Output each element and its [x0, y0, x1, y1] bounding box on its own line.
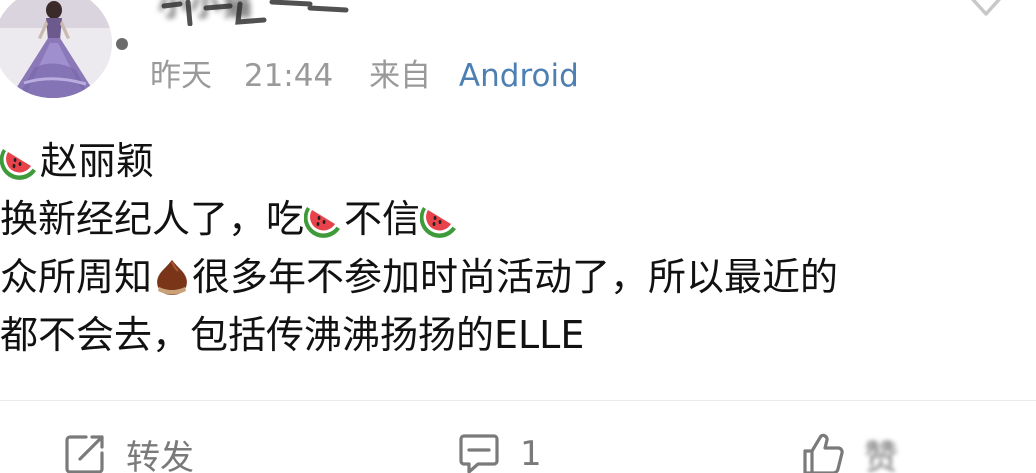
post-date: 昨天 — [150, 58, 212, 94]
comment-count: 1 — [520, 434, 542, 473]
like-button[interactable]: 赞 — [800, 426, 898, 473]
thumbs-up-icon — [800, 431, 846, 473]
name-redaction-mark — [161, 0, 349, 26]
post-text-line: 换新经纪人了，吃 不信 — [0, 190, 1030, 248]
chevron-down-icon[interactable] — [964, 0, 1008, 24]
post-text-line: 众所周知 很多年不参加时尚活动了，所以最近的 — [0, 248, 1030, 306]
like-label: 赞 — [864, 437, 898, 473]
repost-icon — [62, 431, 108, 473]
comment-button[interactable]: 1 — [456, 426, 542, 473]
post-text-line: 都不会去，包括传沸沸扬扬的ELLE — [0, 306, 1030, 364]
post-body: 赵丽颖 换新经纪人了，吃 不信 众所周知 很多年不参加时尚活动了，所以最近的 都不会去，包… — [0, 132, 1030, 364]
post-meta: 昨天 21:44 来自 Android — [150, 54, 579, 98]
divider — [0, 400, 1036, 401]
avatar-image — [0, 0, 112, 98]
repost-label: 转发 — [126, 437, 194, 473]
status-dot — [116, 38, 128, 50]
post-source-link[interactable]: Android — [459, 54, 579, 98]
post-text: 赵丽颖 — [40, 139, 155, 183]
post-text-line: 赵丽颖 — [0, 132, 1030, 190]
comment-icon — [456, 431, 502, 473]
post-text: 都不会去，包括传沸沸扬扬的ELLE — [0, 313, 585, 357]
watermelon-emoji — [304, 199, 344, 239]
post-time: 21:44 — [243, 58, 334, 94]
author-avatar[interactable] — [0, 0, 112, 98]
post-text: 很多年不参加时尚活动了，所以最近的 — [192, 255, 839, 299]
chestnut-emoji — [152, 257, 192, 297]
post-text: 众所周知 — [0, 255, 153, 299]
watermelon-emoji — [0, 141, 40, 181]
watermelon-emoji — [420, 199, 460, 239]
repost-button[interactable]: 转发 — [62, 426, 194, 473]
post-text: 不信 — [344, 197, 421, 241]
post-source-prefix: 来自 — [369, 58, 432, 94]
weibo-post-card: 小小猫 昨天 21:44 来自 Android 赵丽颖 换新经纪人了，吃 不信 众所周… — [0, 0, 1036, 473]
post-text: 换新经纪人了，吃 — [0, 197, 305, 241]
